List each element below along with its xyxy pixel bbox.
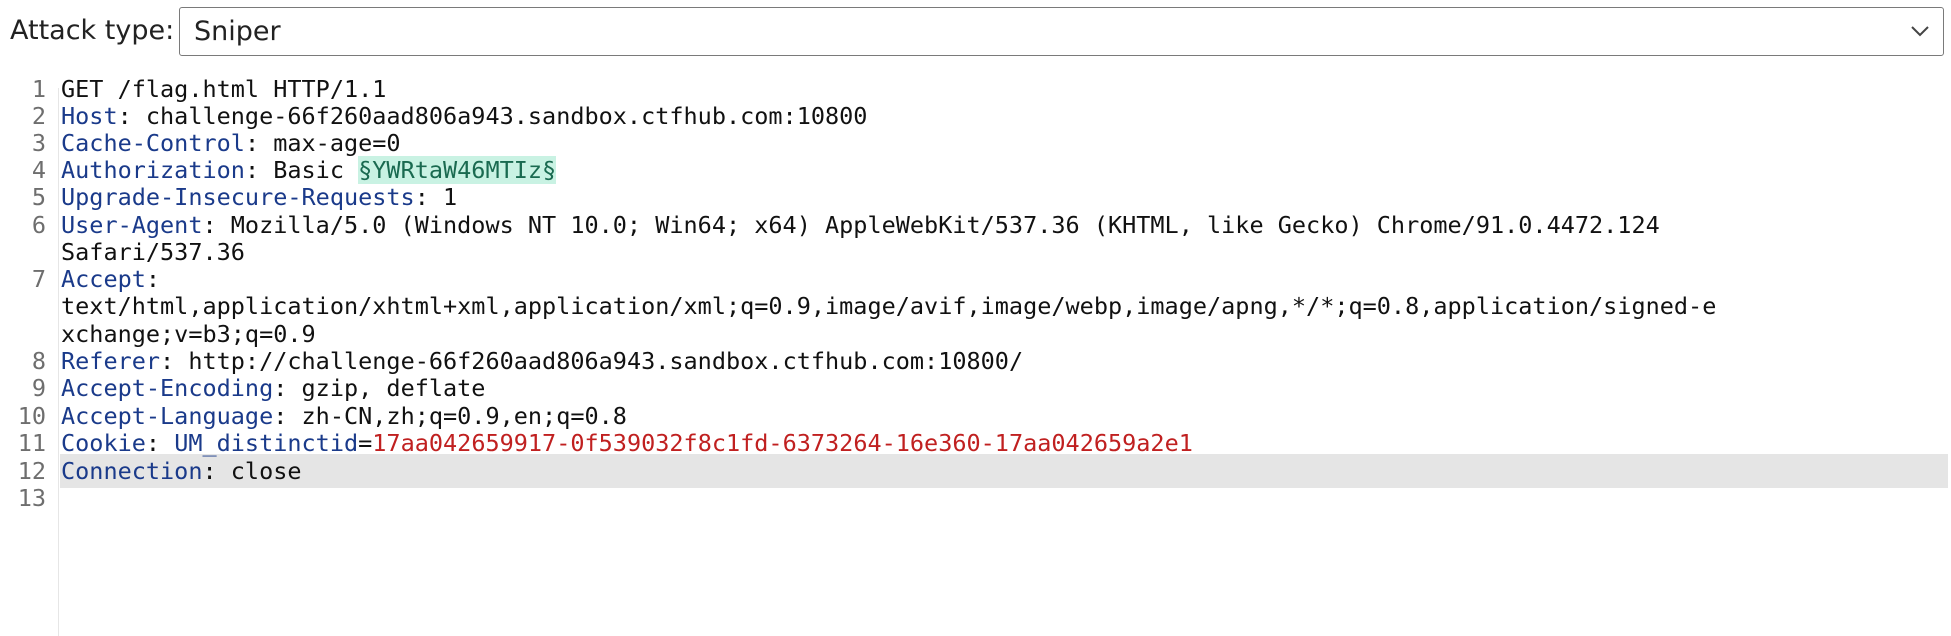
header-line: User-Agent: Mozilla/5.0 (Windows NT 10.0… [61,208,1660,242]
equals: = [358,429,373,457]
colon: : [145,429,175,457]
header-line: Connection: close [61,454,302,488]
header-value: gzip, deflate [301,374,486,402]
line-number: 6 [31,211,46,239]
attack-type-value: Sniper [194,16,281,47]
cookie-name: UM_distinctid [174,429,359,457]
header-name: Cookie [61,429,146,457]
line-number: 7 [31,265,46,293]
attack-type-select[interactable]: Sniper [179,7,1944,56]
colon: : [414,183,444,211]
request-editor[interactable]: 1 GET /flag.html HTTP/1.1 2 Host: challe… [0,75,1951,636]
header-value: 1 [443,183,458,211]
header-name: Connection [61,457,203,485]
attack-type-label: Attack type: [10,15,175,46]
chevron-down-icon [1911,26,1929,37]
header-value: Mozilla/5.0 (Windows NT 10.0; Win64; x64… [230,211,1660,239]
attack-type-bar: Attack type: Sniper [0,0,1951,66]
cookie-value: 17aa042659917-0f539032f8c1fd-6373264-16e… [372,429,1193,457]
header-name: Accept-Encoding [61,374,274,402]
header-name: Upgrade-Insecure-Requests [61,183,415,211]
line-number: 13 [17,484,46,512]
colon: : [273,374,302,402]
colon: : [202,457,231,485]
header-value: close [230,457,302,485]
